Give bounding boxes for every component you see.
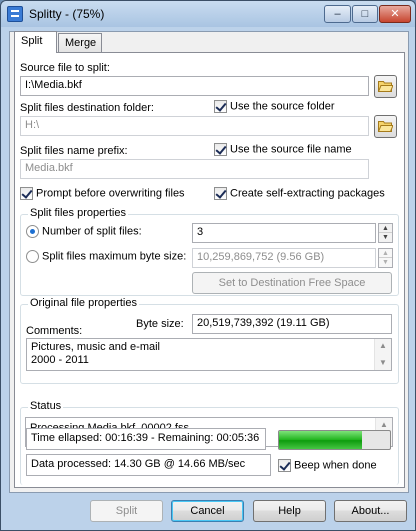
source-file-label: Source file to split: xyxy=(20,62,110,74)
split-button[interactable]: Split xyxy=(90,500,163,522)
split-progress-bar xyxy=(278,430,391,450)
max-byte-size-label: Split files maximum byte size: xyxy=(42,250,187,263)
use-source-folder-checkbox[interactable]: Use the source folder xyxy=(214,100,335,113)
number-split-files-spinner[interactable]: ▲ ▼ xyxy=(378,223,393,243)
destination-folder-label: Split files destination folder: xyxy=(20,102,154,114)
number-split-files-radio[interactable]: Number of split files: xyxy=(26,225,142,238)
comments-line: 2000 - 2011 xyxy=(31,354,89,366)
folder-open-icon xyxy=(378,121,393,132)
checkbox-box[interactable] xyxy=(20,187,33,200)
data-processed-field: Data processed: 14.30 GB @ 14.66 MB/sec xyxy=(26,454,271,476)
checkbox-box[interactable] xyxy=(214,187,227,200)
tab-merge-label: Merge xyxy=(65,37,97,49)
destination-browse-button[interactable] xyxy=(374,115,397,138)
number-split-files-label: Number of split files: xyxy=(42,225,142,238)
cancel-button[interactable]: Cancel xyxy=(171,500,244,522)
destination-folder-input[interactable]: H:\ xyxy=(20,116,369,136)
use-source-folder-label: Use the source folder xyxy=(230,100,335,113)
maximize-button[interactable]: □ xyxy=(352,5,378,23)
splitty-app-icon xyxy=(7,6,23,22)
tab-merge[interactable]: Merge xyxy=(58,33,102,53)
time-elapsed-field: Time ellapsed: 00:16:39 - Remaining: 00:… xyxy=(26,428,266,450)
source-browse-button[interactable] xyxy=(374,75,397,98)
spin-up-icon[interactable]: ▲ xyxy=(379,224,392,233)
spin-down-icon[interactable]: ▼ xyxy=(379,233,392,242)
help-button[interactable]: Help xyxy=(253,500,326,522)
status-title: Status xyxy=(28,400,64,412)
prompt-overwrite-checkbox[interactable]: Prompt before overwriting files xyxy=(20,187,185,200)
byte-size-label: Byte size: xyxy=(136,318,184,330)
name-prefix-input[interactable]: Media.bkf xyxy=(20,159,369,179)
spin-up-icon[interactable]: ▲ xyxy=(379,249,392,258)
max-byte-size-radio[interactable]: Split files maximum byte size: xyxy=(26,250,186,263)
radio-dot[interactable] xyxy=(26,225,39,238)
checkbox-box[interactable] xyxy=(214,143,227,156)
spin-down-icon[interactable]: ▼ xyxy=(379,258,392,267)
tab-split-label: Split xyxy=(21,35,43,47)
checkbox-box[interactable] xyxy=(278,459,291,472)
max-byte-size-spinner[interactable]: ▲ ▼ xyxy=(378,248,393,268)
split-properties-title: Split files properties xyxy=(28,207,128,219)
max-byte-size-input[interactable]: 10,259,869,752 (9.56 GB) xyxy=(192,248,376,268)
name-prefix-label: Split files name prefix: xyxy=(20,145,128,157)
window-title: Splitty - (75%) xyxy=(29,7,105,21)
source-file-input[interactable]: I:\Media.bkf xyxy=(20,76,369,96)
scroll-up-icon[interactable]: ▲ xyxy=(375,339,391,353)
radio-dot[interactable] xyxy=(26,250,39,263)
comments-line: Pictures, music and e-mail xyxy=(31,341,160,353)
split-properties-group: Split files properties Number of split f… xyxy=(20,207,399,296)
comments-memo[interactable]: Pictures, music and e-mail 2000 - 2011 ▲… xyxy=(26,338,392,371)
comments-scrollbar[interactable]: ▲ ▼ xyxy=(374,339,391,370)
use-source-name-label: Use the source file name xyxy=(230,143,352,156)
self-extracting-checkbox[interactable]: Create self-extracting packages xyxy=(214,187,385,200)
close-button[interactable]: ✕ xyxy=(379,5,411,23)
app-window: Splitty - (75%) – □ ✕ Split Merge Source… xyxy=(0,0,416,531)
prompt-overwrite-label: Prompt before overwriting files xyxy=(36,187,185,200)
dialog-client-area: Split Merge Source file to split: I:\Med… xyxy=(9,31,409,493)
beep-when-done-checkbox[interactable]: Beep when done xyxy=(278,459,377,472)
progress-fill xyxy=(279,431,363,449)
byte-size-value[interactable]: 20,519,739,392 (19.11 GB) xyxy=(192,314,392,334)
checkbox-box[interactable] xyxy=(214,100,227,113)
original-properties-group: Original file properties Byte size: 20,5… xyxy=(20,297,399,384)
set-free-space-button[interactable]: Set to Destination Free Space xyxy=(192,272,392,294)
comments-label: Comments: xyxy=(26,325,83,337)
original-properties-title: Original file properties xyxy=(28,297,139,309)
title-bar[interactable]: Splitty - (75%) – □ ✕ xyxy=(1,1,415,27)
about-button[interactable]: About... xyxy=(334,500,407,522)
split-tab-panel: Source file to split: I:\Media.bkf Split… xyxy=(14,52,405,488)
tab-split[interactable]: Split xyxy=(14,31,57,53)
folder-open-icon xyxy=(378,81,393,92)
self-extracting-label: Create self-extracting packages xyxy=(230,187,385,200)
number-split-files-input[interactable]: 3 xyxy=(192,223,376,243)
use-source-name-checkbox[interactable]: Use the source file name xyxy=(214,143,352,156)
beep-when-done-label: Beep when done xyxy=(294,459,377,472)
scroll-down-icon[interactable]: ▼ xyxy=(375,356,391,370)
minimize-button[interactable]: – xyxy=(324,5,351,23)
